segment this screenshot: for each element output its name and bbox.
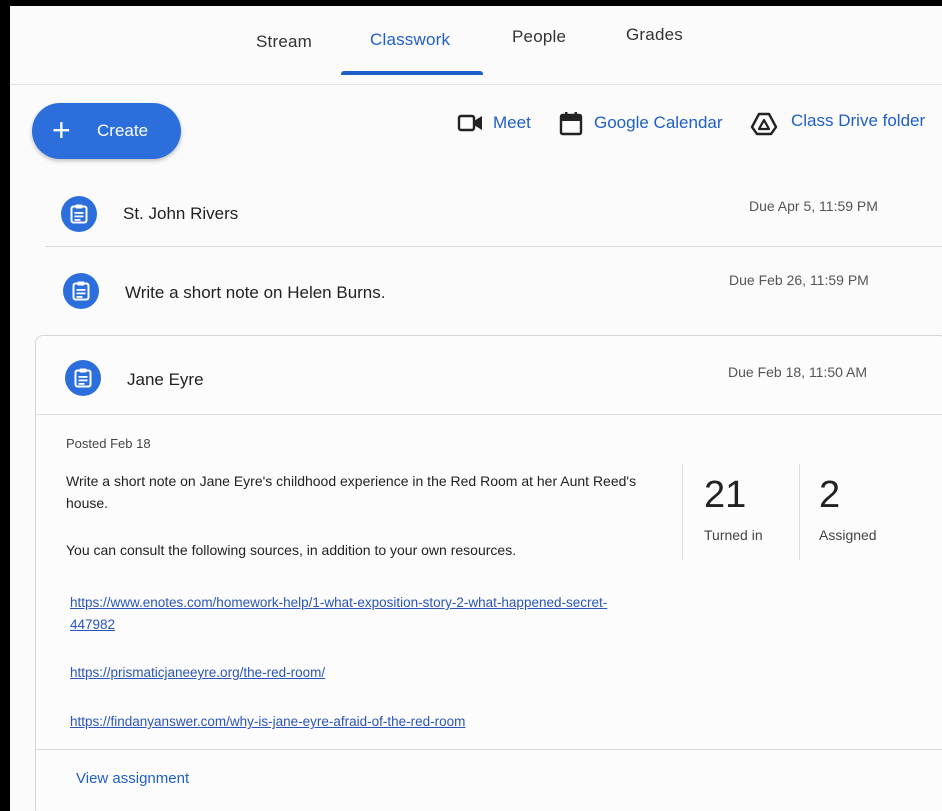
card-footer-divider: [36, 749, 942, 750]
assignment-description: Write a short note on Jane Eyre's childh…: [66, 473, 637, 511]
tab-stream[interactable]: Stream: [256, 32, 312, 52]
assigned-count[interactable]: 2: [819, 474, 840, 517]
google-calendar-link[interactable]: Google Calendar: [559, 109, 734, 139]
top-navigation: Stream Classwork People Grades: [10, 6, 942, 85]
calendar-icon: [559, 112, 583, 136]
tab-grades[interactable]: Grades: [626, 25, 683, 45]
expanded-assignment-card: Jane Eyre Due Feb 18, 11:50 AM Posted Fe…: [35, 335, 942, 811]
tab-classwork[interactable]: Classwork: [370, 30, 450, 50]
assignment-due-date: Due Feb 18, 11:50 AM: [728, 364, 868, 380]
source-link[interactable]: https://findanyanswer.com/why-is-jane-ey…: [70, 711, 465, 733]
class-drive-folder-link[interactable]: Class Drive folder: [750, 109, 940, 139]
card-header-divider: [36, 414, 942, 415]
view-assignment-link[interactable]: View assignment: [76, 770, 189, 787]
plus-icon: +: [52, 112, 71, 148]
posted-date: Posted Feb 18: [66, 436, 151, 451]
assignment-due-date: Due Feb 26, 11:59 PM: [729, 272, 869, 288]
drive-icon: [750, 112, 778, 136]
class-drive-folder-label: Class Drive folder: [791, 111, 926, 130]
assignment-sources-note: You can consult the following sources, i…: [66, 542, 517, 558]
google-calendar-label: Google Calendar: [594, 113, 723, 132]
create-button[interactable]: + Create: [32, 103, 181, 159]
video-camera-icon: [457, 114, 482, 132]
active-tab-indicator: [341, 71, 483, 75]
classroom-page: Stream Classwork People Grades + Create …: [10, 6, 942, 811]
row-divider: [45, 246, 942, 247]
meet-label: Meet: [493, 113, 531, 132]
source-link[interactable]: https://prismaticjaneeyre.org/the-red-ro…: [70, 662, 325, 684]
assignment-due-date: Due Apr 5, 11:59 PM: [749, 198, 878, 214]
assignment-icon: [61, 196, 97, 232]
turned-in-label: Turned in: [704, 527, 763, 543]
source-link[interactable]: https://www.enotes.com/homework-help/1-w…: [70, 592, 650, 636]
tab-people[interactable]: People: [512, 27, 566, 47]
meet-link[interactable]: Meet: [457, 109, 537, 139]
assigned-label: Assigned: [819, 527, 877, 543]
assignment-icon: [63, 273, 99, 309]
create-button-label: Create: [97, 121, 149, 140]
turned-in-count[interactable]: 21: [704, 474, 746, 517]
assignment-row[interactable]: Write a short note on Helen Burns. Due F…: [45, 254, 942, 328]
assignment-row[interactable]: St. John Rivers Due Apr 5, 11:59 PM: [45, 184, 942, 246]
assignment-icon: [65, 360, 101, 396]
stats-divider: [682, 464, 683, 560]
assignment-title[interactable]: Jane Eyre: [127, 370, 204, 390]
assignment-title: Write a short note on Helen Burns.: [125, 283, 386, 302]
stats-divider: [799, 464, 800, 560]
assignment-title: St. John Rivers: [123, 204, 239, 223]
